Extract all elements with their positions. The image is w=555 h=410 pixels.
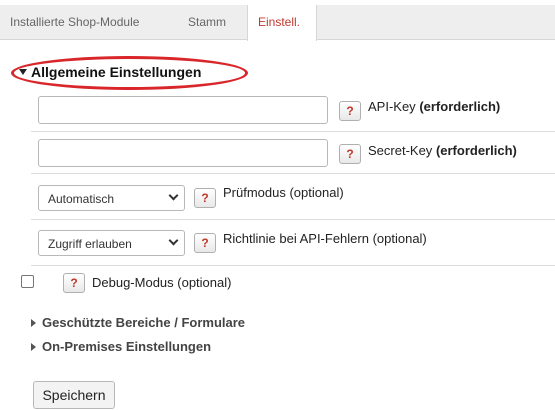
section-title: Allgemeine Einstellungen: [31, 64, 202, 80]
tab-installed-modules[interactable]: Installierte Shop-Module: [10, 5, 139, 40]
api-error-policy-select[interactable]: Zugriff erlauben: [38, 230, 185, 256]
secret-key-help-button[interactable]: ?: [339, 144, 361, 164]
api-error-policy-selected-value: Zugriff erlauben: [48, 237, 132, 251]
tab-settings[interactable]: Einstell.: [247, 5, 317, 41]
test-mode-help-button[interactable]: ?: [194, 188, 216, 208]
test-mode-label: Prüfmodus (optional): [223, 185, 344, 200]
settings-page: Installierte Shop-Module Stamm Einstell.…: [0, 0, 555, 410]
chevron-down-icon: [168, 235, 179, 246]
save-button[interactable]: Speichern: [33, 381, 115, 409]
api-key-input[interactable]: [38, 96, 328, 124]
debug-mode-help-button[interactable]: ?: [63, 273, 85, 293]
api-error-policy-help-button[interactable]: ?: [194, 233, 216, 253]
test-mode-select[interactable]: Automatisch: [38, 185, 185, 211]
api-error-policy-label: Richtlinie bei API-Fehlern (optional): [223, 231, 427, 246]
debug-mode-checkbox[interactable]: [21, 275, 34, 288]
tab-stamm[interactable]: Stamm: [188, 5, 226, 40]
secret-key-input[interactable]: [38, 139, 328, 167]
caret-right-icon: [31, 318, 36, 327]
section-on-premises[interactable]: On-Premises Einstellungen: [31, 339, 211, 354]
tab-bar: Installierte Shop-Module Stamm Einstell.: [0, 5, 555, 41]
secret-key-label: Secret-Key (erforderlich): [368, 143, 517, 158]
section-protected-areas[interactable]: Geschützte Bereiche / Formulare: [31, 315, 245, 330]
api-key-help-button[interactable]: ?: [339, 101, 361, 121]
api-key-label: API-Key (erforderlich): [368, 99, 501, 114]
section-general-settings[interactable]: Allgemeine Einstellungen: [19, 64, 201, 80]
chevron-down-icon: [168, 190, 179, 201]
debug-mode-label: Debug-Modus (optional): [92, 275, 232, 290]
test-mode-selected-value: Automatisch: [48, 192, 115, 206]
caret-right-icon: [31, 342, 36, 351]
caret-down-icon: [19, 69, 27, 76]
